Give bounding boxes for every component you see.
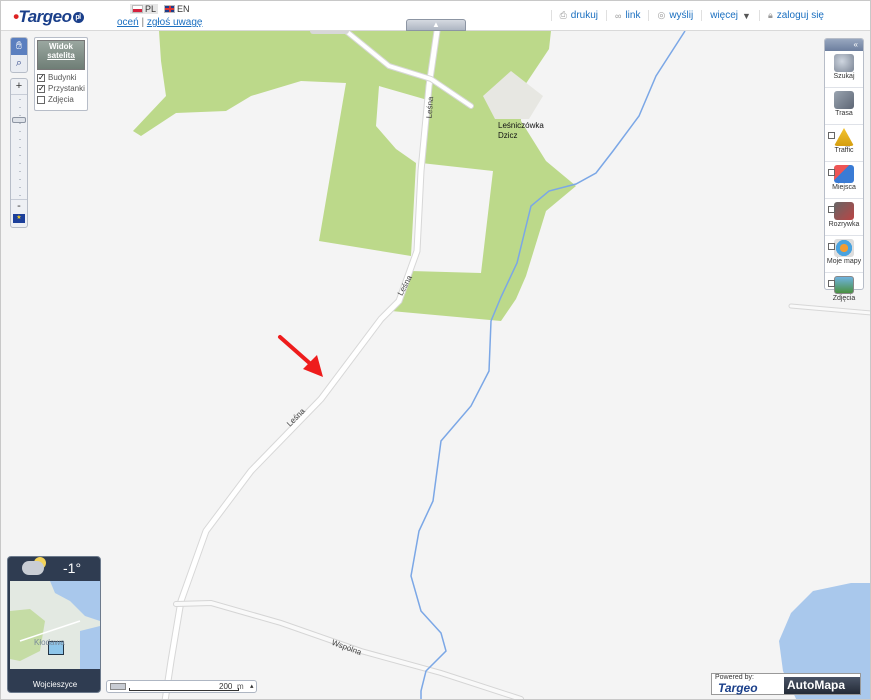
map-canvas[interactable]: Leśna Leśna Leśna Wspólna Leśniczówka Dz…	[1, 31, 870, 699]
place-label-lesniczowka: Leśniczówka Dzicz	[498, 121, 544, 140]
panel-item-search[interactable]: Szukaj	[825, 54, 863, 88]
traffic-sign-icon	[834, 128, 854, 146]
entertainment-icon	[834, 202, 854, 220]
powered-by-badge[interactable]: Powered by: Targeo AutoMapa	[711, 673, 861, 695]
app-window: Leśna Leśna Leśna Wspólna Leśniczówka Dz…	[0, 0, 871, 700]
targeo-logo[interactable]: •Targeo pl	[13, 7, 84, 27]
automapa-logo: AutoMapa	[784, 677, 860, 694]
cloud-icon	[22, 561, 44, 575]
red-arrow-marker	[278, 335, 323, 377]
scale-unit: m	[237, 682, 244, 691]
traffic-checkbox[interactable]	[828, 132, 835, 139]
road-lesna	[162, 31, 440, 699]
send-button[interactable]: ◎ wyślij	[648, 10, 701, 21]
layer-stops[interactable]: ✓ Przystanki	[35, 83, 87, 94]
my-maps-icon	[834, 239, 854, 257]
report-issue-link[interactable]: zgłoś uwagę	[147, 17, 203, 28]
zoom-slider-track[interactable]	[19, 99, 21, 199]
stops-checkbox[interactable]: ✓	[37, 84, 45, 93]
scale-menu-arrow-icon[interactable]: ▴	[250, 682, 254, 690]
tools-panel: « Szukaj Trasa Traffic Miejsca Rozrywka …	[824, 38, 864, 302]
layer-photos[interactable]: Zdjęcia	[35, 94, 87, 105]
top-toolbar: ⎙ drukuj ∞ link ◎ wyślij więcej ▼ 🔒︎ zaloguj …	[550, 10, 832, 21]
my-maps-checkbox[interactable]	[828, 243, 835, 250]
road-lesna-casing	[161, 31, 441, 699]
collapse-header-button[interactable]: ▲	[406, 19, 466, 31]
collapse-panel-button[interactable]: «	[825, 39, 863, 51]
weather-minimap[interactable]	[10, 581, 100, 669]
panel-item-photos[interactable]: Zdjęcia	[825, 276, 863, 310]
print-button[interactable]: ⎙ drukuj	[550, 10, 606, 21]
rate-link[interactable]: oceń	[117, 17, 139, 28]
panel-item-places[interactable]: Miejsca	[825, 165, 863, 199]
minimap-graphics	[10, 581, 100, 669]
feedback-links: oceń | zgłoś uwagę	[117, 17, 203, 28]
minimap-city-label: Kłodawa	[34, 638, 65, 647]
zoom-slider-handle[interactable]	[12, 117, 26, 123]
language-pl[interactable]: PL	[130, 4, 159, 14]
scale-value: 200	[219, 682, 233, 691]
weather-location: Wojcieszyce	[32, 680, 78, 689]
uk-flag-icon	[164, 5, 176, 13]
top-bar: •Targeo pl PL EN oceń | zgłoś uwagę ▲ ⎙ dr…	[1, 1, 870, 31]
panel-item-my-maps[interactable]: Moje mapy	[825, 239, 863, 273]
language-en[interactable]: EN	[162, 4, 192, 14]
scale-bar[interactable]: 200 m ▴	[106, 680, 257, 693]
more-menu-button[interactable]: więcej ▼	[701, 10, 759, 21]
road-label-lesna-upper: Leśna	[424, 96, 436, 119]
weather-header: -1°	[8, 557, 100, 583]
panel-photos-checkbox[interactable]	[828, 280, 835, 287]
zoom-magnifier-icon[interactable]: ⌕	[11, 55, 27, 72]
buildings-checkbox[interactable]: ✓	[37, 73, 45, 82]
link-button[interactable]: ∞ link	[606, 10, 648, 21]
search-icon	[834, 54, 854, 72]
login-button[interactable]: 🔒︎ zaloguj się	[758, 10, 832, 21]
send-icon: ◎	[657, 10, 666, 20]
panel-item-entertainment[interactable]: Rozrywka	[825, 202, 863, 236]
temperature: -1°	[63, 560, 82, 576]
weather-widget[interactable]: -1° Kłodawa Wojcieszyce	[7, 556, 101, 693]
route-icon	[834, 91, 854, 109]
layer-buildings[interactable]: ✓ Budynki	[35, 72, 87, 83]
powered-by-targeo-logo: Targeo	[718, 681, 758, 695]
eu-flag-icon[interactable]: ★	[13, 214, 25, 223]
zoom-in-button[interactable]: +	[11, 79, 27, 95]
places-checkbox[interactable]	[828, 169, 835, 176]
places-icon	[834, 165, 854, 183]
panel-item-route[interactable]: Trasa	[825, 91, 863, 125]
zoom-out-button[interactable]: -	[11, 199, 27, 212]
link-icon: ∞	[615, 10, 622, 21]
zoom-control: + - ★	[10, 78, 28, 228]
layer-panel: Widok satelita ✓ Budynki ✓ Przystanki Zdję…	[34, 37, 88, 111]
ruler-icon[interactable]	[110, 683, 126, 690]
satellite-view-button[interactable]: Widok satelita	[37, 40, 85, 70]
lock-icon: 🔒︎	[767, 10, 773, 20]
poland-flag-icon	[132, 5, 143, 13]
print-icon: ⎙	[559, 10, 567, 20]
photos-checkbox[interactable]	[37, 95, 45, 104]
language-switcher: PL EN	[130, 4, 192, 14]
pan-hand-icon[interactable]: ✋︎	[11, 38, 27, 55]
map-graphics	[133, 31, 870, 699]
powered-by-label: Powered by:	[715, 674, 754, 681]
photo-icon	[834, 276, 854, 294]
chevron-down-icon: ▼	[742, 10, 751, 21]
panel-item-traffic[interactable]: Traffic	[825, 128, 863, 162]
map-mode-controls: ✋︎ ⌕	[10, 37, 28, 73]
entertainment-checkbox[interactable]	[828, 206, 835, 213]
